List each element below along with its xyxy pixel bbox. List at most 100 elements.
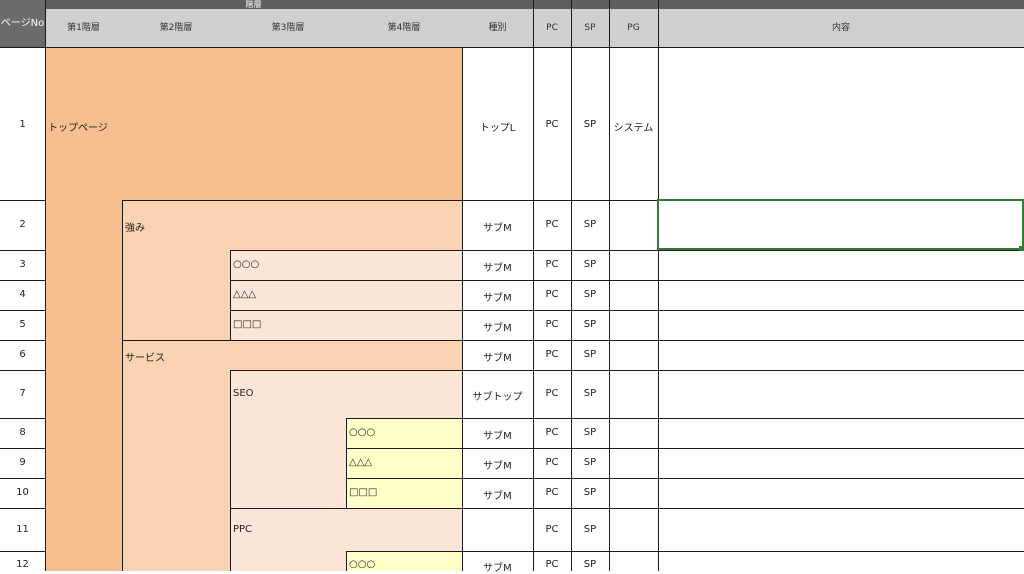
row-number[interactable]: 2: [0, 219, 45, 230]
row-label[interactable]: SEO: [233, 388, 254, 399]
row-label[interactable]: △△△: [233, 289, 256, 300]
row-pc[interactable]: PC: [533, 457, 571, 468]
row-pc[interactable]: PC: [533, 524, 571, 535]
grid-line: [230, 250, 1024, 251]
row-sp[interactable]: SP: [571, 219, 609, 230]
header-level4[interactable]: 第4階層: [346, 9, 462, 47]
row-sp[interactable]: SP: [571, 289, 609, 300]
row-label[interactable]: □□□: [349, 487, 377, 498]
row-pc[interactable]: PC: [533, 259, 571, 270]
row-number[interactable]: 12: [0, 559, 45, 570]
header-type[interactable]: 種別: [462, 9, 533, 47]
row-pc[interactable]: PC: [533, 559, 571, 570]
header-page-no[interactable]: ページNo: [0, 0, 45, 47]
grid-line: [0, 310, 45, 311]
grid-line: [346, 418, 1024, 419]
row-number[interactable]: 5: [0, 319, 45, 330]
header-level2[interactable]: 第2階層: [122, 9, 230, 47]
row-sp[interactable]: SP: [571, 457, 609, 468]
level2-fill-service: [122, 340, 462, 370]
header-pg[interactable]: PG: [609, 9, 658, 47]
row-label[interactable]: ○○○: [233, 259, 259, 270]
row-number[interactable]: 7: [0, 388, 45, 399]
row-sp[interactable]: SP: [571, 559, 609, 570]
row-type[interactable]: サブM: [462, 319, 533, 334]
row-type[interactable]: サブM: [462, 487, 533, 502]
row-type[interactable]: サブM: [462, 427, 533, 442]
row-number[interactable]: 1: [0, 119, 45, 130]
grid-line: [609, 0, 610, 571]
row-type[interactable]: サブM: [462, 259, 533, 274]
selected-cell[interactable]: [657, 199, 1024, 250]
row-label[interactable]: ○○○: [349, 559, 375, 570]
row-pc[interactable]: PC: [533, 289, 571, 300]
row-type[interactable]: サブM: [462, 219, 533, 234]
row-number[interactable]: 4: [0, 289, 45, 300]
row-type[interactable]: サブM: [462, 289, 533, 304]
row-label[interactable]: PPC: [233, 524, 252, 535]
grid-line: [0, 280, 45, 281]
grid-line: [0, 370, 45, 371]
row-sp[interactable]: SP: [571, 427, 609, 438]
row-sp[interactable]: SP: [571, 524, 609, 535]
grid-line: [230, 508, 1024, 509]
grid-line: [533, 0, 534, 571]
grid-line: [0, 250, 45, 251]
grid-line: [122, 340, 1024, 341]
row-pc[interactable]: PC: [533, 427, 571, 438]
row-number[interactable]: 11: [0, 524, 45, 535]
level3-fill-ppc: [230, 508, 462, 551]
row-sp[interactable]: SP: [571, 388, 609, 399]
header-pc[interactable]: PC: [533, 9, 571, 47]
row-number[interactable]: 3: [0, 259, 45, 270]
grid-line: [0, 508, 45, 509]
header-content[interactable]: 内容: [658, 9, 1024, 47]
grid-line: [346, 551, 1024, 552]
grid-line: [0, 200, 45, 201]
row-type[interactable]: サブトップ: [462, 388, 533, 403]
grid-line: [0, 448, 45, 449]
level3-branch-seo: [230, 418, 346, 508]
grid-line: [571, 0, 572, 571]
row-pc[interactable]: PC: [533, 219, 571, 230]
row-pc[interactable]: PC: [533, 349, 571, 360]
row-label[interactable]: 強み: [125, 219, 145, 234]
row-sp[interactable]: SP: [571, 259, 609, 270]
row-type[interactable]: サブM: [462, 349, 533, 364]
row-sp[interactable]: SP: [571, 119, 609, 130]
header-level1[interactable]: 第1階層: [45, 9, 122, 47]
row-type[interactable]: サブM: [462, 457, 533, 472]
row-number[interactable]: 8: [0, 427, 45, 438]
row-number[interactable]: 9: [0, 457, 45, 468]
row-sp[interactable]: SP: [571, 319, 609, 330]
row-label[interactable]: ○○○: [349, 427, 375, 438]
level1-branch: [45, 200, 122, 571]
row-pc[interactable]: PC: [533, 388, 571, 399]
row-label[interactable]: サービス: [125, 349, 165, 364]
row-number[interactable]: 10: [0, 487, 45, 498]
row-type[interactable]: トップL: [462, 119, 533, 134]
row-pc[interactable]: PC: [533, 487, 571, 498]
level3-fill-strengths: [230, 250, 462, 340]
grid-line: [45, 0, 46, 571]
row-pc[interactable]: PC: [533, 319, 571, 330]
row-pc[interactable]: PC: [533, 119, 571, 130]
header-level3[interactable]: 第3階層: [230, 9, 346, 47]
row-label[interactable]: トップページ: [48, 119, 108, 134]
row-sp[interactable]: SP: [571, 487, 609, 498]
grid-line: [230, 370, 231, 571]
grid-line: [0, 551, 45, 552]
row-label[interactable]: △△△: [349, 457, 372, 468]
row-type[interactable]: サブM: [462, 559, 533, 574]
header-sp[interactable]: SP: [571, 9, 609, 47]
row-number[interactable]: 6: [0, 349, 45, 360]
row-label[interactable]: □□□: [233, 319, 261, 330]
grid-line: [0, 478, 45, 479]
header-group-label[interactable]: 階層: [45, 0, 462, 9]
fill-handle[interactable]: [1019, 246, 1024, 251]
grid-line: [0, 340, 45, 341]
row-pg[interactable]: システム: [609, 119, 658, 134]
row-sp[interactable]: SP: [571, 349, 609, 360]
level2-fill-strengths: [122, 200, 462, 250]
level2-branch-strengths: [122, 250, 230, 340]
